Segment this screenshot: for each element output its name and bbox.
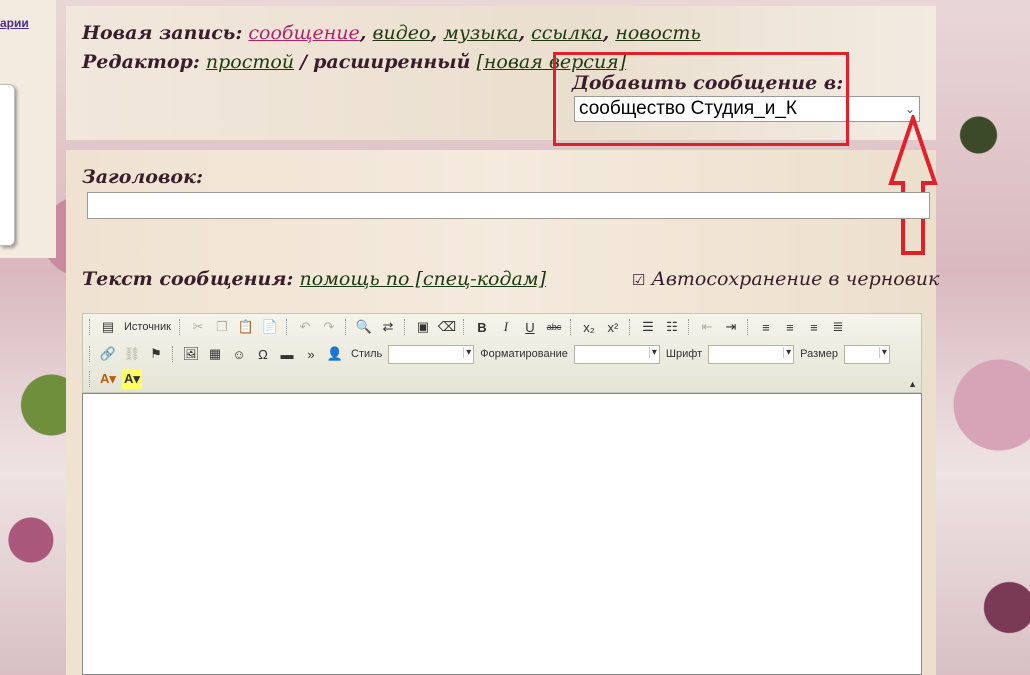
toolbar-separator xyxy=(746,319,750,335)
smiley-icon[interactable]: ☺ xyxy=(229,344,249,364)
superscript-icon[interactable]: x² xyxy=(603,317,623,337)
highlight-box xyxy=(553,52,849,146)
new-post-row: Новая запись: сообщение, видео, музыка, … xyxy=(82,22,701,44)
style-label: Стиль xyxy=(351,348,383,360)
toolbar-separator xyxy=(89,346,92,362)
toolbar-separator xyxy=(403,319,407,335)
toolbar-row-1: ▤ Источник ✂ ❐ 📋 📄 ↶ ↷ 🔍 ⇄ ▣ ⌫ B I U abc… xyxy=(87,316,848,338)
type-link-music[interactable]: музыка xyxy=(443,22,518,44)
replace-icon[interactable]: ⇄ xyxy=(378,317,398,337)
redo-icon[interactable]: ↷ xyxy=(319,317,339,337)
editor-mode-slash: / xyxy=(300,51,308,73)
size-label: Размер xyxy=(800,348,838,360)
paste-icon[interactable]: 📋 xyxy=(236,317,256,337)
format-label: Форматирование xyxy=(480,348,568,360)
toolbar-row-2: 🔗 ⛓ ⚑ 🖼 ▦ ☺ Ω ▬ » 👤 Стиль Форматирование… xyxy=(87,343,890,365)
table-icon[interactable]: ▦ xyxy=(205,344,225,364)
copy-icon[interactable]: ❐ xyxy=(212,317,232,337)
font-select[interactable] xyxy=(708,344,795,364)
toolbar-separator xyxy=(462,319,466,335)
separator: , xyxy=(430,22,438,44)
special-char-icon[interactable]: Ω xyxy=(253,344,273,364)
remove-format-icon[interactable]: ⌫ xyxy=(437,317,457,337)
type-link-link[interactable]: ссылка xyxy=(531,22,603,44)
left-panel-card xyxy=(0,84,15,246)
title-input[interactable] xyxy=(87,192,930,219)
toolbar-separator xyxy=(172,346,175,362)
help-codes-link[interactable]: помощь по [спец-кодам] xyxy=(300,268,547,290)
autosave-checkbox[interactable]: ☑ Автосохранение в черновик xyxy=(632,268,939,290)
autosave-label: Автосохранение в черновик xyxy=(651,268,940,290)
toolbar-separator xyxy=(89,319,92,335)
align-left-icon[interactable]: ≡ xyxy=(756,317,776,337)
type-link-message[interactable]: сообщение xyxy=(248,22,359,44)
font-label: Шрифт xyxy=(665,348,703,360)
format-select[interactable] xyxy=(573,344,660,364)
anchor-flag-icon[interactable]: ⚑ xyxy=(146,344,166,364)
toolbar-separator xyxy=(178,319,182,335)
user-icon[interactable]: 👤 xyxy=(325,344,345,364)
numbered-list-icon[interactable]: ☰ xyxy=(638,317,658,337)
toolbar-separator xyxy=(285,319,289,335)
underline-icon[interactable]: U xyxy=(520,317,540,337)
align-center-icon[interactable]: ≡ xyxy=(780,317,800,337)
toolbar-row-3: A▾ A▾ xyxy=(87,368,142,390)
text-color-icon[interactable]: A▾ xyxy=(98,369,118,389)
separator: , xyxy=(518,22,526,44)
checkbox-checked-icon: ☑ xyxy=(632,271,646,289)
source-button[interactable]: Источник xyxy=(124,321,171,333)
toolbar-separator xyxy=(89,371,92,387)
toolbar-separator xyxy=(628,319,632,335)
more-icon[interactable]: » xyxy=(301,344,321,364)
link-icon[interactable]: 🔗 xyxy=(98,344,118,364)
editor-mode-row: Редактор: простой / расширенный [новая в… xyxy=(82,51,626,73)
message-editor-area[interactable] xyxy=(82,393,922,675)
editor-mode-label: Редактор: xyxy=(82,51,200,73)
editor-extended-label: расширенный xyxy=(313,51,471,73)
toolbar-separator xyxy=(344,319,348,335)
editor-toolbar: ▤ Источник ✂ ❐ 📋 📄 ↶ ↷ 🔍 ⇄ ▣ ⌫ B I U abc… xyxy=(82,313,922,393)
editor-simple-link[interactable]: простой xyxy=(206,51,294,73)
indent-icon[interactable]: ⇥ xyxy=(721,317,741,337)
subscript-icon[interactable]: x₂ xyxy=(579,317,599,337)
select-all-icon[interactable]: ▣ xyxy=(413,317,433,337)
left-panel-link[interactable]: арии xyxy=(0,16,29,30)
bg-color-icon[interactable]: A▾ xyxy=(122,369,142,389)
image-icon[interactable]: 🖼 xyxy=(181,344,201,364)
type-link-video[interactable]: видео xyxy=(372,22,430,44)
message-label-row: Текст сообщения: помощь по [спец-кодам] xyxy=(82,268,546,290)
bulleted-list-icon[interactable]: ☷ xyxy=(662,317,682,337)
collapse-toolbar-icon[interactable]: ▲ xyxy=(908,379,917,389)
find-icon[interactable]: 🔍 xyxy=(354,317,374,337)
arrow-up-icon xyxy=(888,115,938,255)
left-panel: арии xyxy=(0,0,56,258)
source-icon[interactable]: ▤ xyxy=(98,317,118,337)
strike-icon[interactable]: abc xyxy=(544,317,564,337)
align-right-icon[interactable]: ≡ xyxy=(804,317,824,337)
title-label: Заголовок: xyxy=(82,166,203,188)
horizontal-rule-icon[interactable]: ▬ xyxy=(277,344,297,364)
align-justify-icon[interactable]: ≣ xyxy=(828,317,848,337)
cut-icon[interactable]: ✂ xyxy=(188,317,208,337)
message-label: Текст сообщения: xyxy=(82,268,294,290)
toolbar-separator xyxy=(569,319,573,335)
outdent-icon[interactable]: ⇤ xyxy=(697,317,717,337)
toolbar-separator xyxy=(687,319,691,335)
italic-icon[interactable]: I xyxy=(496,317,516,337)
separator: , xyxy=(602,22,610,44)
paste-word-icon[interactable]: 📄 xyxy=(260,317,280,337)
unlink-icon[interactable]: ⛓ xyxy=(122,344,142,364)
type-link-news[interactable]: новость xyxy=(615,22,700,44)
new-post-label: Новая запись: xyxy=(82,22,243,44)
size-select[interactable] xyxy=(843,344,890,364)
style-select[interactable] xyxy=(388,344,475,364)
undo-icon[interactable]: ↶ xyxy=(295,317,315,337)
separator: , xyxy=(359,22,367,44)
bold-icon[interactable]: B xyxy=(472,317,492,337)
